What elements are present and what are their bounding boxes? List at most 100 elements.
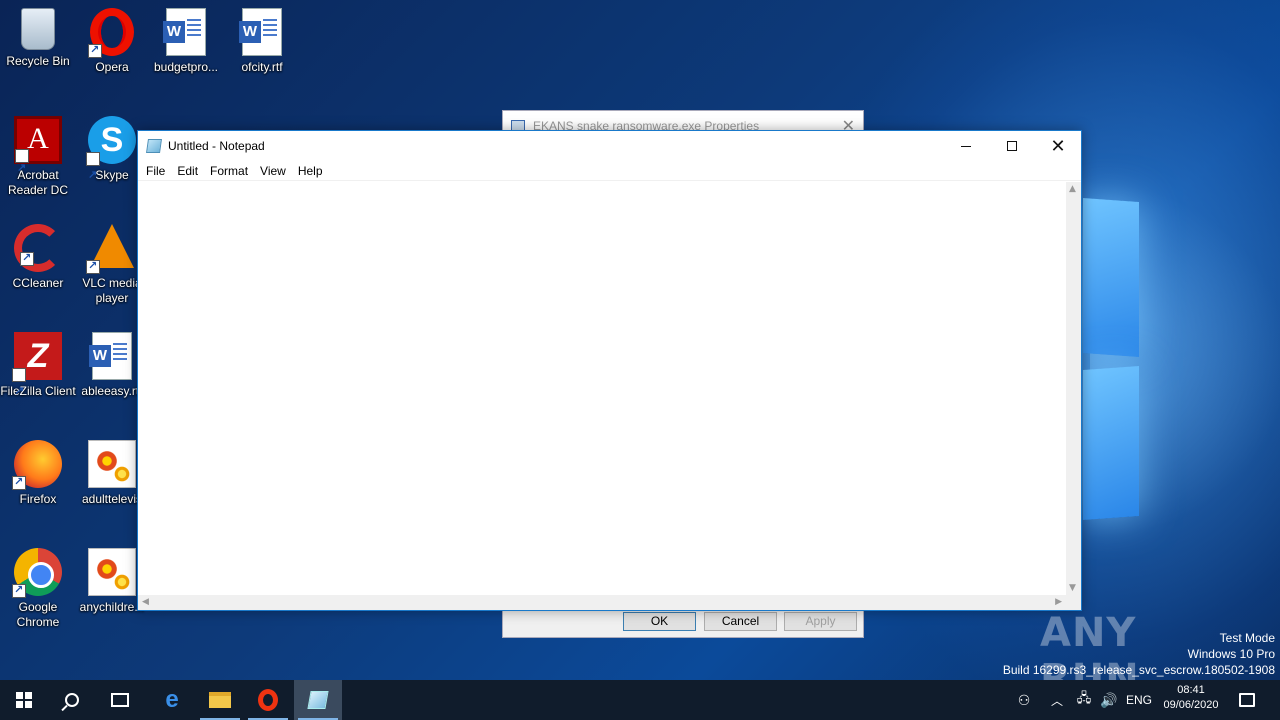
desktop-icon-label: ofcity.rtf (241, 60, 283, 74)
desktop-icon-filezilla[interactable]: Z FileZilla Client (0, 332, 76, 415)
menu-format[interactable]: Format (204, 164, 254, 178)
opera-icon (258, 689, 278, 711)
vlc-icon (86, 224, 136, 274)
folder-icon (209, 692, 231, 708)
notepad-window[interactable]: Untitled - Notepad ✕ File Edit Format Vi… (137, 130, 1082, 611)
apply-button[interactable]: Apply (784, 612, 857, 631)
desktop-icon-recycle-bin[interactable]: Recycle Bin (0, 8, 76, 69)
menu-edit[interactable]: Edit (171, 164, 204, 178)
desktop-icon-label: Google Chrome (16, 600, 60, 629)
firefox-icon (12, 440, 62, 490)
windows-logo-pane (1083, 366, 1139, 520)
menu-view[interactable]: View (254, 164, 292, 178)
desktop-icon-label: Firefox (19, 492, 57, 506)
action-center-button[interactable] (1230, 680, 1264, 720)
chevron-up-icon: ︿ (1050, 693, 1063, 708)
word-document-icon: W (163, 8, 206, 56)
build-line: Build 16299.rs3_release_svc_escrow.18050… (1002, 663, 1275, 677)
filezilla-icon: Z (12, 332, 62, 415)
scroll-down-icon[interactable]: ▼ (1069, 583, 1076, 593)
taskbar-opera[interactable] (244, 680, 292, 720)
shortcut-arrow-icon (86, 259, 100, 274)
ccleaner-icon (14, 224, 62, 272)
show-hidden-icons-button[interactable]: ︿ (1046, 680, 1068, 720)
vertical-scrollbar[interactable]: ▲ ▼ (1066, 182, 1081, 595)
ok-button[interactable]: OK (623, 612, 696, 631)
search-button[interactable] (48, 680, 96, 720)
taskbar-clock[interactable]: 08:41 09/06/2020 (1156, 683, 1226, 713)
test-mode-line: Test Mode (1219, 631, 1275, 645)
word-document-icon: W (89, 332, 132, 380)
shortcut-arrow-icon (12, 367, 26, 415)
close-button[interactable]: ✕ (1035, 131, 1081, 161)
desktop-icon-label: Recycle Bin (6, 54, 70, 68)
shortcut-arrow-icon (20, 251, 34, 266)
edge-icon: e (165, 686, 179, 713)
shortcut-arrow-icon (12, 475, 26, 490)
desktop-icon-label: Opera (95, 60, 129, 74)
desktop-icon-opera[interactable]: Opera (74, 8, 150, 75)
taskbar: e ⚇ ︿ 🖧 🔊 ENG (0, 680, 1280, 720)
close-icon: ✕ (1050, 135, 1066, 156)
recycle-bin-icon (21, 8, 55, 50)
task-view-button[interactable] (96, 680, 144, 720)
desktop-icon-acrobat[interactable]: A Acrobat Reader DC (0, 116, 76, 198)
acrobat-icon: A (14, 116, 62, 188)
notepad-icon (307, 691, 329, 709)
shortcut-arrow-icon (15, 148, 29, 188)
notepad-title: Untitled - Notepad (168, 139, 265, 153)
word-document-icon: W (239, 8, 282, 56)
windows-edition-line: Windows 10 Pro (1187, 647, 1275, 661)
taskbar-notepad[interactable] (294, 680, 342, 720)
minimize-button[interactable] (943, 131, 989, 161)
search-icon (65, 693, 79, 707)
menu-file[interactable]: File (140, 164, 171, 178)
desktop-icon-label: Acrobat Reader DC (7, 168, 69, 197)
maximize-icon (1007, 141, 1017, 151)
minimize-icon (961, 145, 971, 147)
shortcut-arrow-icon (86, 151, 100, 199)
chrome-icon (12, 548, 62, 598)
horizontal-scrollbar[interactable]: ◀ ▶ (138, 595, 1066, 610)
desktop-icon-label: CCleaner (12, 276, 64, 290)
notification-icon (1239, 693, 1255, 707)
desktop-icon-ofcity[interactable]: W ofcity.rtf (224, 8, 300, 75)
desktop-icon-firefox[interactable]: Firefox (0, 440, 76, 507)
shortcut-arrow-icon (88, 43, 102, 58)
image-file-icon (88, 548, 136, 596)
scroll-right-icon[interactable]: ▶ (1055, 597, 1062, 607)
resize-grip[interactable] (1066, 595, 1081, 610)
desktop-icon-label: FileZilla Client (0, 384, 76, 398)
network-button[interactable]: 🖧 (1072, 680, 1096, 720)
people-icon: ⚇ (1017, 691, 1031, 708)
speaker-icon: 🔊 (1100, 691, 1118, 708)
scroll-left-icon[interactable]: ◀ (142, 597, 149, 607)
test-mode-text: Test Mode Windows 10 Pro Build 16299.rs3… (1003, 630, 1275, 678)
volume-button[interactable]: 🔊 (1097, 680, 1121, 720)
desktop-icon-chrome[interactable]: Google Chrome (0, 548, 76, 630)
desktop-icon-ccleaner[interactable]: CCleaner (0, 224, 76, 291)
cancel-button[interactable]: Cancel (704, 612, 777, 631)
opera-icon (88, 8, 134, 58)
image-file-icon (88, 440, 136, 488)
menu-help[interactable]: Help (292, 164, 329, 178)
notepad-icon (146, 139, 162, 153)
maximize-button[interactable] (989, 131, 1035, 161)
windows-start-icon (16, 692, 32, 708)
notepad-text-area[interactable] (138, 182, 1066, 595)
scroll-up-icon[interactable]: ▲ (1069, 184, 1076, 194)
task-view-icon (111, 693, 129, 707)
people-button[interactable]: ⚇ (1010, 680, 1038, 720)
desktop-icon-budgetpro[interactable]: W budgetpro... (148, 8, 224, 75)
notepad-menubar: File Edit Format View Help (138, 161, 1081, 181)
start-button[interactable] (0, 680, 48, 720)
taskbar-edge[interactable]: e (148, 680, 196, 720)
properties-button-row: OK Cancel Apply (503, 608, 863, 638)
notepad-titlebar[interactable]: Untitled - Notepad ✕ (138, 131, 1081, 161)
taskbar-file-explorer[interactable] (196, 680, 244, 720)
clock-time: 08:41 (1177, 684, 1205, 696)
language-indicator[interactable]: ENG (1124, 680, 1154, 720)
network-icon: 🖧 (1076, 690, 1092, 705)
clock-date: 09/06/2020 (1163, 699, 1219, 711)
windows-logo-pane (1083, 198, 1139, 357)
